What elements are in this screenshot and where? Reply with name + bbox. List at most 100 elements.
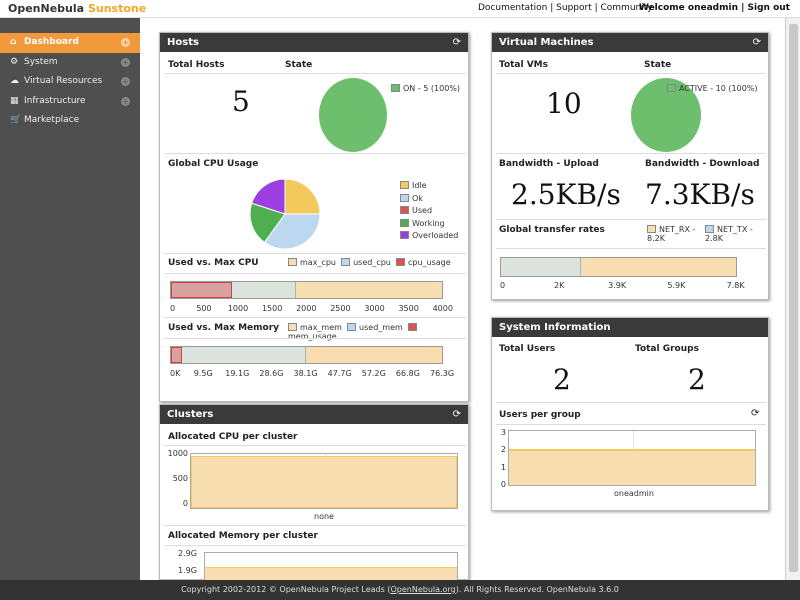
welcome-text: Welcome oneadmin: [638, 3, 738, 13]
main-scrollbar[interactable]: [785, 18, 800, 580]
legend-item-working: Working: [400, 218, 458, 232]
y-tick: 0: [500, 480, 506, 489]
x-tick: 4000: [432, 304, 453, 313]
expand-icon[interactable]: +: [121, 77, 130, 86]
sidebar-item-infrastructure[interactable]: ▦ Infrastructure +: [0, 92, 140, 112]
total-vms-value: 10: [546, 87, 582, 120]
pie-slice-on: [319, 78, 387, 152]
bar-memory: [205, 567, 457, 580]
sidebar-item-label: Marketplace: [24, 115, 80, 125]
sidebar-item-label: Virtual Resources: [24, 76, 103, 86]
refresh-icon[interactable]: ⟳: [453, 33, 461, 52]
bandwidth-upload-label: Bandwidth - Upload: [499, 159, 599, 169]
x-tick: 19.1G: [225, 369, 250, 378]
x-tick: 1000: [227, 304, 249, 313]
y-tick: 500: [172, 474, 188, 483]
x-tick: 9.5G: [193, 369, 213, 378]
total-groups-value: 2: [688, 363, 706, 396]
legend-label: max_cpu: [300, 258, 336, 267]
x-tick: 0: [500, 281, 506, 290]
legend-label: Ok: [412, 193, 423, 203]
x-tick: 66.8G: [395, 369, 420, 378]
sidebar-item-dashboard[interactable]: ⌂ Dashboard +: [0, 33, 140, 53]
transfer-axis: 0 2K 3.9K 5.9K 7.8K: [500, 281, 745, 291]
top-links: Documentation | Support | Community: [478, 3, 653, 13]
x-tick: 2K: [554, 281, 565, 290]
x-tick: 5.9K: [667, 281, 686, 290]
expand-icon[interactable]: +: [121, 57, 130, 67]
app-logo: OpenNebula Sunstone: [8, 2, 146, 15]
sysinfo-panel-header: System Information: [492, 318, 768, 337]
dashboard-main: Hosts ⟳ Total Hosts State 5 ON - 5 (100%…: [140, 18, 785, 580]
y-tick: 1000: [167, 449, 188, 458]
scrollbar-thumb[interactable]: [789, 24, 798, 572]
y-tick: 2: [500, 445, 506, 455]
gears-icon: ⚙: [10, 56, 19, 67]
legend-label: ON - 5 (100%): [403, 84, 460, 93]
bar-net-tx: [501, 258, 581, 276]
expand-icon[interactable]: +: [121, 38, 130, 47]
documentation-link[interactable]: Documentation: [478, 3, 547, 13]
y-tick: 1: [500, 462, 506, 472]
legend-label: used_cpu: [353, 258, 391, 267]
app-name-accent: Sunstone: [87, 2, 147, 15]
legend-label: max_mem: [300, 323, 342, 332]
total-vms-label: Total VMs: [499, 60, 548, 70]
legend-item-net-rx: NET_RX - 8.2K: [647, 225, 701, 243]
legend-label: Working: [412, 218, 445, 228]
hosts-panel: Hosts ⟳ Total Hosts State 5 ON - 5 (100%…: [159, 32, 469, 402]
system-information-panel: System Information Total Users Total Gro…: [491, 317, 769, 511]
legend-item-net-tx: NET_TX - 2.8K: [705, 225, 761, 243]
clusters-panel-header: Clusters ⟳: [160, 405, 468, 424]
x-tick: 76.3G: [430, 369, 455, 378]
hosts-panel-header: Hosts ⟳: [160, 33, 468, 52]
cpu-axis: 0 500 1000 1500 2000 2500 3000 3500 4000: [170, 304, 453, 314]
legend-item-used: Used: [400, 206, 458, 219]
x-tick: 3500: [398, 304, 419, 313]
hosts-state-pie: [319, 78, 387, 152]
vms-state-label: State: [644, 60, 672, 70]
sidebar: ⌂ Dashboard + ⚙ System + ☁ Virtual Resou…: [0, 18, 140, 580]
footer-version: ). All Rights Reserved. OpenNebula 3.6.0: [455, 585, 619, 594]
total-hosts-label: Total Hosts: [168, 60, 225, 70]
hosts-state-legend: ON - 5 (100%): [391, 84, 460, 93]
bar-mem-usage: [171, 347, 182, 363]
users-per-group-y-axis: 3 2 1 0: [498, 428, 508, 490]
x-tick: 7.8K: [726, 281, 745, 290]
vms-panel-header: Virtual Machines ⟳: [492, 33, 768, 52]
refresh-icon[interactable]: ⟳: [453, 405, 461, 424]
allocated-memory-title: Allocated Memory per cluster: [168, 531, 318, 541]
sidebar-item-virtual-resources[interactable]: ☁ Virtual Resources +: [0, 72, 140, 92]
cluster-cpu-y-axis: 1000 500 0: [166, 449, 190, 509]
y-tick: 2.9G: [178, 549, 197, 558]
bar-used-mem: [171, 347, 306, 363]
cpu-bar-chart: [170, 281, 443, 299]
x-tick: 3000: [364, 304, 385, 313]
support-link[interactable]: Support: [556, 3, 592, 13]
x-tick: 0: [170, 304, 176, 313]
category-label: oneadmin: [614, 489, 654, 498]
app-name: OpenNebula: [8, 2, 85, 15]
bar-none: [191, 456, 457, 508]
x-tick: 3.9K: [608, 281, 627, 290]
signout-link[interactable]: Sign out: [748, 3, 790, 13]
sidebar-item-system[interactable]: ⚙ System +: [0, 53, 140, 73]
bandwidth-download-label: Bandwidth - Download: [645, 159, 760, 169]
sidebar-item-marketplace[interactable]: 🛒 Marketplace: [0, 111, 140, 131]
x-tick: 2500: [330, 304, 351, 313]
legend-label: cpu_usage: [407, 258, 451, 267]
legend-label: ACTIVE - 10 (100%): [679, 84, 758, 93]
panel-title: System Information: [499, 322, 611, 333]
used-vs-max-cpu-title: Used vs. Max CPU: [168, 258, 259, 268]
refresh-icon[interactable]: ⟳: [751, 408, 759, 419]
virtual-machines-panel: Virtual Machines ⟳ Total VMs State 10 AC…: [491, 32, 769, 300]
legend-label: used_mem: [359, 323, 403, 332]
expand-icon[interactable]: +: [121, 96, 130, 106]
user-area: Welcome oneadmin | Sign out: [638, 3, 790, 13]
footer-link[interactable]: OpenNebula.org: [390, 585, 455, 594]
legend-item-idle: Idle: [400, 181, 458, 194]
x-tick: 28.6G: [259, 369, 284, 378]
sidebar-item-label: Dashboard: [24, 37, 79, 47]
refresh-icon[interactable]: ⟳: [753, 33, 761, 52]
cart-icon: 🛒: [10, 115, 22, 125]
